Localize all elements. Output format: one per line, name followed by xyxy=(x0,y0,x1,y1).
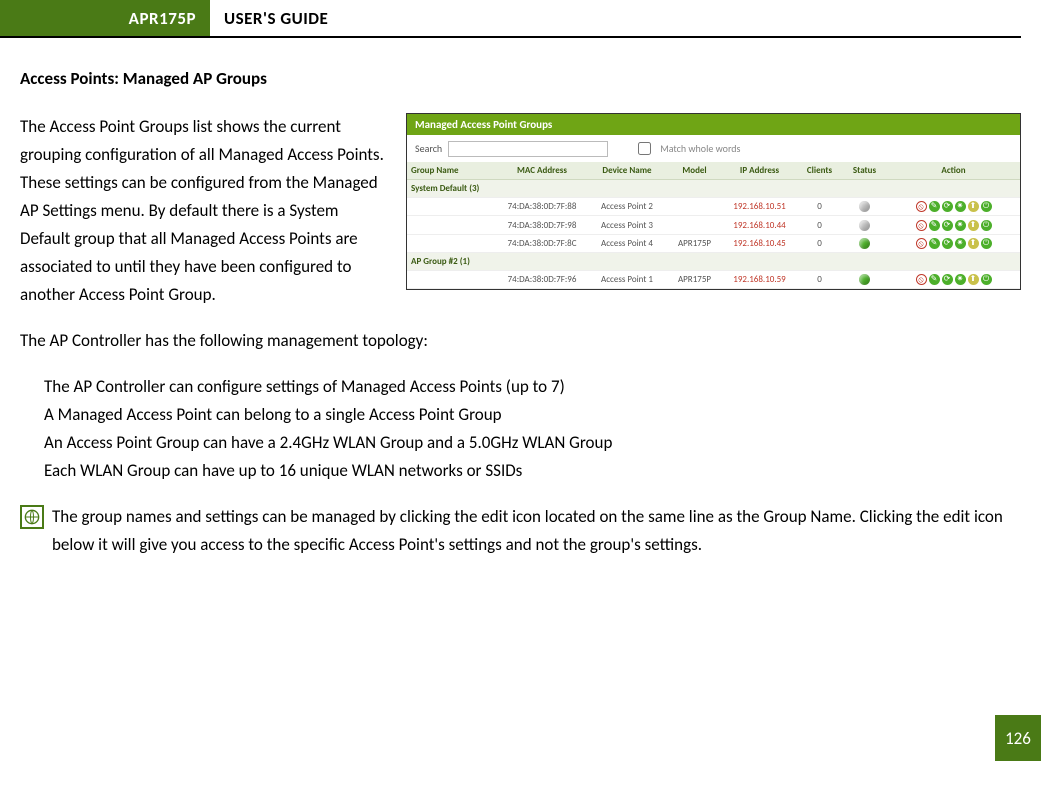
cell-mac: 74:DA:38:0D:7F:96 xyxy=(497,271,587,289)
cell-status xyxy=(842,216,887,234)
note-text: The group names and settings can be mana… xyxy=(52,503,1021,559)
managed-ap-groups-figure: Managed Access Point Groups Search Match… xyxy=(406,113,1021,290)
upgrade-icon[interactable]: ⬆ xyxy=(968,220,979,231)
list-item: A Managed Access Point can belong to a s… xyxy=(44,401,1021,429)
cell-model xyxy=(667,198,722,216)
delete-icon[interactable]: ⦸ xyxy=(916,274,927,285)
power-icon[interactable]: ⏻ xyxy=(981,238,992,249)
cell-status xyxy=(842,234,887,252)
page-number: 126 xyxy=(995,715,1041,761)
match-whole-words-label: Match whole words xyxy=(660,142,740,155)
cell-device: Access Point 2 xyxy=(587,198,667,216)
delete-icon[interactable]: ⦸ xyxy=(916,201,927,212)
blink-icon[interactable]: ✷ xyxy=(955,220,966,231)
cell-group xyxy=(407,216,497,234)
cell-model: APR175P xyxy=(667,234,722,252)
cell-mac: 74:DA:38:0D:7F:88 xyxy=(497,198,587,216)
cell-mac: 74:DA:38:0D:7F:8C xyxy=(497,234,587,252)
note-icon xyxy=(20,505,44,529)
group-row[interactable]: System Default (3) xyxy=(407,180,1020,198)
cell-device: Access Point 1 xyxy=(587,271,667,289)
table-row: 74:DA:38:0D:7F:88Access Point 2 192.168.1… xyxy=(407,198,1020,216)
power-icon[interactable]: ⏻ xyxy=(981,201,992,212)
blink-icon[interactable]: ✷ xyxy=(955,274,966,285)
col-mac[interactable]: MAC Address xyxy=(497,162,587,180)
cell-device: Access Point 3 xyxy=(587,216,667,234)
cell-model xyxy=(667,216,722,234)
cell-actions: ⦸✎⟳✷⬆⏻ xyxy=(887,271,1020,289)
status-dot-icon xyxy=(859,201,870,212)
cell-status xyxy=(842,198,887,216)
table-row: 74:DA:38:0D:7F:98Access Point 3 192.168.1… xyxy=(407,216,1020,234)
cell-mac: 74:DA:38:0D:7F:98 xyxy=(497,216,587,234)
cell-device: Access Point 4 xyxy=(587,234,667,252)
refresh-icon[interactable]: ⟳ xyxy=(942,274,953,285)
group-row[interactable]: AP Group #2 (1) xyxy=(407,253,1020,271)
globe-icon xyxy=(24,509,40,525)
cell-group xyxy=(407,271,497,289)
col-status[interactable]: Status xyxy=(842,162,887,180)
delete-icon[interactable]: ⦸ xyxy=(916,220,927,231)
blink-icon[interactable]: ✷ xyxy=(955,238,966,249)
col-ip[interactable]: IP Address xyxy=(722,162,797,180)
col-device[interactable]: Device Name xyxy=(587,162,667,180)
cell-status xyxy=(842,271,887,289)
status-dot-icon xyxy=(859,220,870,231)
section-title: Access Points: Managed AP Groups xyxy=(20,68,1021,89)
match-whole-words-checkbox[interactable] xyxy=(638,142,651,155)
col-clients[interactable]: Clients xyxy=(797,162,842,180)
delete-icon[interactable]: ⦸ xyxy=(916,238,927,249)
cell-group xyxy=(407,234,497,252)
edit-icon[interactable]: ✎ xyxy=(929,238,940,249)
cell-ip: 192.168.10.45 xyxy=(722,234,797,252)
search-label: Search xyxy=(415,142,442,155)
topology-intro: The AP Controller has the following mana… xyxy=(20,327,1021,355)
cell-ip: 192.168.10.59 xyxy=(722,271,797,289)
edit-icon[interactable]: ✎ xyxy=(929,220,940,231)
product-model: APR175P xyxy=(0,0,210,36)
upgrade-icon[interactable]: ⬆ xyxy=(968,201,979,212)
edit-icon[interactable]: ✎ xyxy=(929,201,940,212)
list-item: Each WLAN Group can have up to 16 unique… xyxy=(44,457,1021,485)
status-dot-icon xyxy=(859,274,870,285)
cell-actions: ⦸✎⟳✷⬆⏻ xyxy=(887,216,1020,234)
status-dot-icon xyxy=(859,238,870,249)
document-title: USER'S GUIDE xyxy=(210,0,328,36)
ap-groups-table: Group Name MAC Address Device Name Model… xyxy=(407,162,1020,289)
cell-clients: 0 xyxy=(797,198,842,216)
power-icon[interactable]: ⏻ xyxy=(981,274,992,285)
upgrade-icon[interactable]: ⬆ xyxy=(968,238,979,249)
search-input[interactable] xyxy=(448,141,608,157)
power-icon[interactable]: ⏻ xyxy=(981,220,992,231)
refresh-icon[interactable]: ⟳ xyxy=(942,201,953,212)
cell-clients: 0 xyxy=(797,216,842,234)
blink-icon[interactable]: ✷ xyxy=(955,201,966,212)
topology-list: The AP Controller can configure settings… xyxy=(20,373,1021,485)
figure-panel-title: Managed Access Point Groups xyxy=(407,114,1020,135)
cell-ip: 192.168.10.51 xyxy=(722,198,797,216)
upgrade-icon[interactable]: ⬆ xyxy=(968,274,979,285)
table-row: 74:DA:38:0D:7F:8CAccess Point 4APR175P19… xyxy=(407,234,1020,252)
cell-clients: 0 xyxy=(797,234,842,252)
table-row: 74:DA:38:0D:7F:96Access Point 1APR175P19… xyxy=(407,271,1020,289)
cell-clients: 0 xyxy=(797,271,842,289)
edit-icon[interactable]: ✎ xyxy=(929,274,940,285)
list-item: An Access Point Group can have a 2.4GHz … xyxy=(44,429,1021,457)
refresh-icon[interactable]: ⟳ xyxy=(942,220,953,231)
cell-actions: ⦸✎⟳✷⬆⏻ xyxy=(887,198,1020,216)
col-group-name[interactable]: Group Name xyxy=(407,162,497,180)
cell-model: APR175P xyxy=(667,271,722,289)
col-action[interactable]: Action xyxy=(887,162,1020,180)
col-model[interactable]: Model xyxy=(667,162,722,180)
list-item: The AP Controller can configure settings… xyxy=(44,373,1021,401)
cell-group xyxy=(407,198,497,216)
document-header: APR175P USER'S GUIDE xyxy=(0,0,1021,38)
refresh-icon[interactable]: ⟳ xyxy=(942,238,953,249)
cell-ip: 192.168.10.44 xyxy=(722,216,797,234)
cell-actions: ⦸✎⟳✷⬆⏻ xyxy=(887,234,1020,252)
